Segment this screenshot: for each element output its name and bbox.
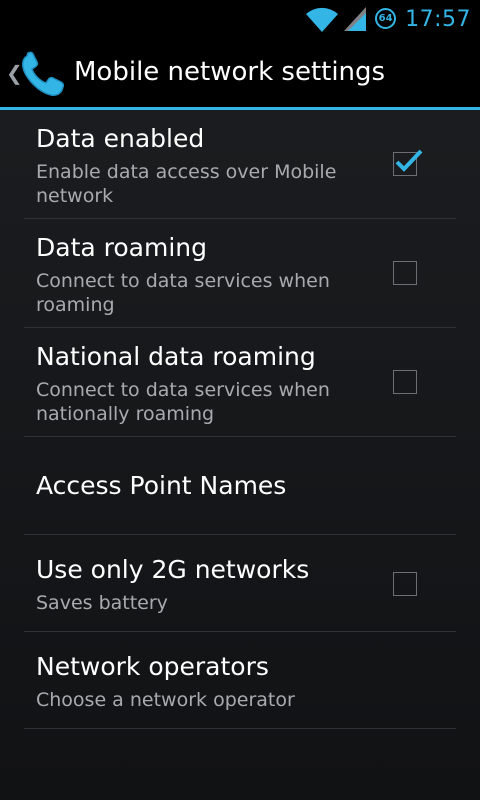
setting-national-data-roaming[interactable]: National data roaming Connect to data se…	[0, 328, 480, 437]
national-data-roaming-checkbox[interactable]	[393, 370, 417, 394]
phone-icon[interactable]	[18, 50, 70, 98]
setting-network-operators[interactable]: Network operators Choose a network opera…	[0, 632, 480, 729]
list-divider	[24, 728, 456, 729]
setting-summary: Choose a network operator	[36, 689, 295, 711]
setting-summary: Enable data access over Mobile network	[36, 161, 337, 207]
clock: 17:57	[405, 6, 471, 32]
data-roaming-checkbox[interactable]	[393, 261, 417, 285]
setting-title: Data roaming	[36, 233, 207, 262]
setting-summary: Saves battery	[36, 592, 168, 614]
setting-data-roaming[interactable]: Data roaming Connect to data services wh…	[0, 219, 480, 328]
setting-access-point-names[interactable]: Access Point Names	[0, 437, 480, 535]
signal-icon	[344, 7, 367, 31]
setting-use-only-2g[interactable]: Use only 2G networks Saves battery	[0, 535, 480, 632]
wifi-icon	[306, 7, 339, 32]
setting-title: Use only 2G networks	[36, 555, 310, 584]
data-enabled-checkbox[interactable]	[393, 149, 423, 176]
setting-summary: Connect to data services when nationally…	[36, 379, 330, 425]
setting-summary: Connect to data services when roaming	[36, 270, 330, 316]
status-bar: 64 17:57	[0, 0, 480, 38]
use-only-2g-checkbox[interactable]	[393, 572, 417, 596]
page-title: Mobile network settings	[74, 57, 386, 87]
notification-badge: 64	[375, 7, 397, 29]
setting-title: Network operators	[36, 652, 269, 681]
setting-title: National data roaming	[36, 342, 316, 371]
checkmark-icon	[395, 149, 423, 172]
settings-list: Data enabled Enable data access over Mob…	[0, 110, 480, 729]
setting-title: Access Point Names	[36, 471, 287, 500]
setting-title: Data enabled	[36, 124, 205, 153]
setting-data-enabled[interactable]: Data enabled Enable data access over Mob…	[0, 110, 480, 219]
